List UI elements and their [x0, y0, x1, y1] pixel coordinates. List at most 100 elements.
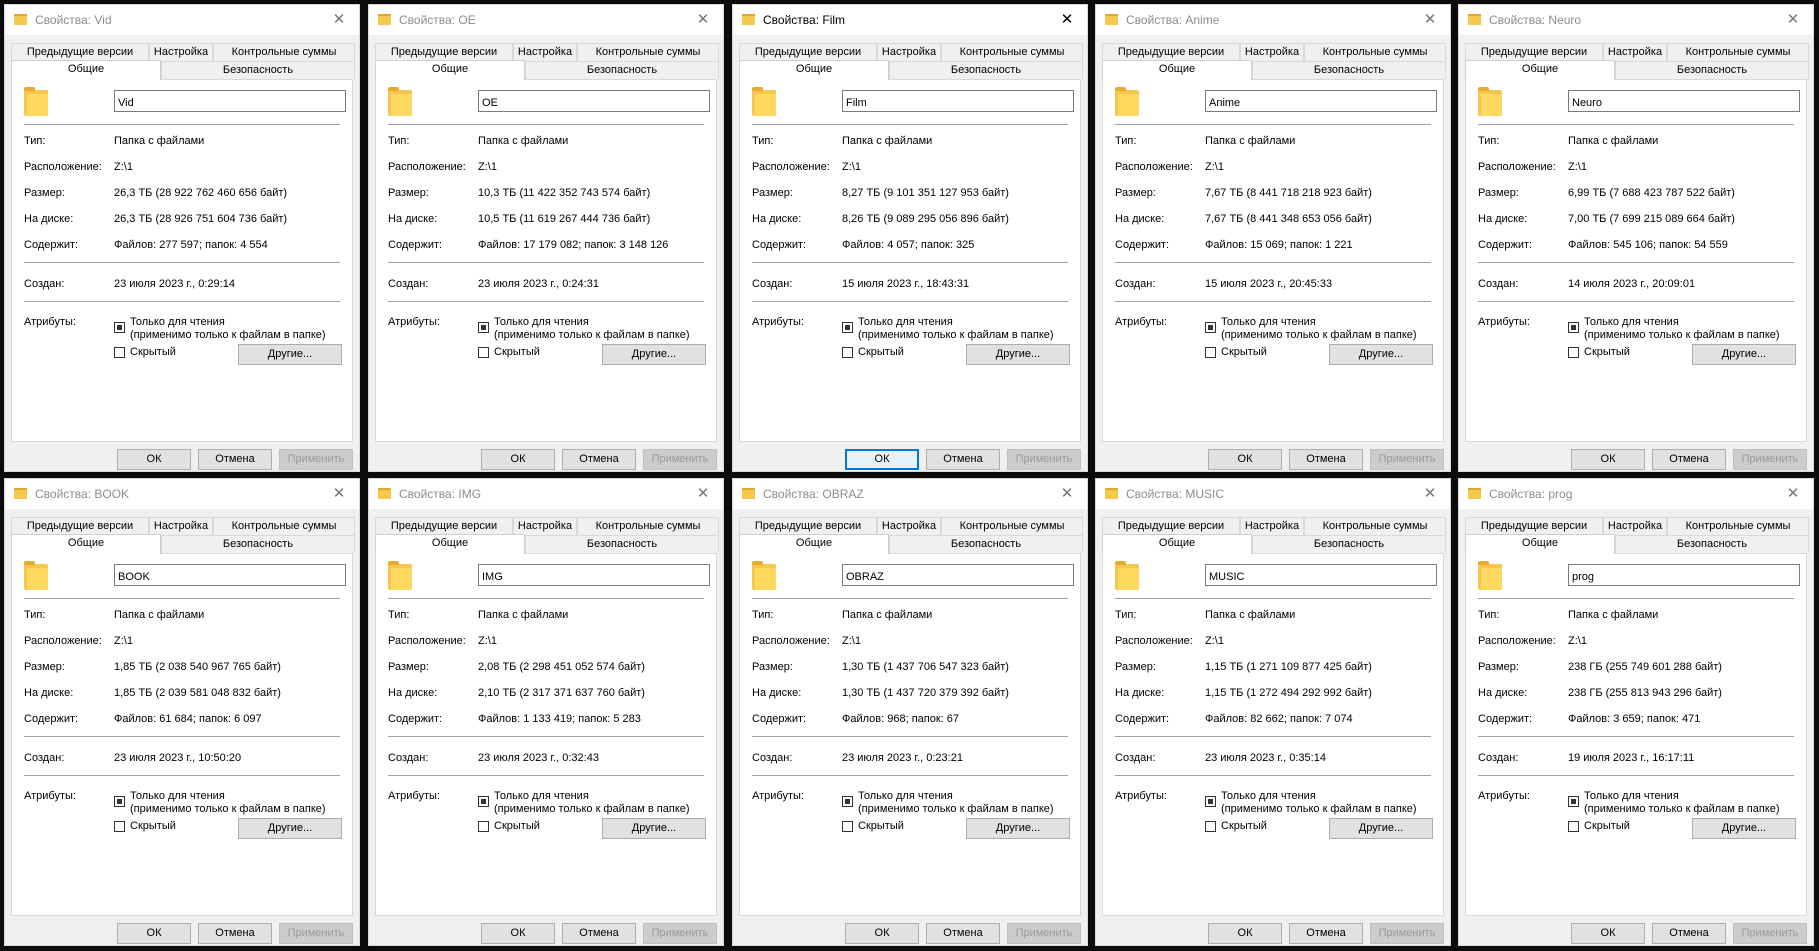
cancel-button[interactable]: Отмена	[926, 923, 1000, 944]
title-bar[interactable]: Свойства: MUSIC ✕	[1096, 479, 1450, 509]
advanced-attributes-button[interactable]: Другие...	[966, 344, 1070, 365]
readonly-checkbox[interactable]	[842, 796, 853, 807]
tab-security[interactable]: Безопасность	[1615, 61, 1809, 79]
hidden-checkbox[interactable]	[478, 347, 489, 358]
advanced-attributes-button[interactable]: Другие...	[602, 344, 706, 365]
ok-button[interactable]: ОК	[117, 449, 191, 470]
hidden-checkbox[interactable]	[478, 821, 489, 832]
tab-checksums[interactable]: Контрольные суммы	[1304, 43, 1446, 61]
cancel-button[interactable]: Отмена	[198, 923, 272, 944]
tab-checksums[interactable]: Контрольные суммы	[941, 517, 1083, 535]
readonly-checkbox[interactable]	[1205, 322, 1216, 333]
ok-button[interactable]: ОК	[481, 923, 555, 944]
close-icon[interactable]: ✕	[319, 5, 359, 35]
close-icon[interactable]: ✕	[1773, 5, 1813, 35]
readonly-checkbox[interactable]	[1568, 322, 1579, 333]
advanced-attributes-button[interactable]: Другие...	[1692, 818, 1796, 839]
ok-button[interactable]: ОК	[1571, 449, 1645, 470]
title-bar[interactable]: Свойства: OE ✕	[369, 5, 723, 35]
title-bar[interactable]: Свойства: Anime ✕	[1096, 5, 1450, 35]
advanced-attributes-button[interactable]: Другие...	[238, 344, 342, 365]
tab-security[interactable]: Безопасность	[1252, 535, 1446, 553]
tab-checksums[interactable]: Контрольные суммы	[213, 43, 355, 61]
advanced-attributes-button[interactable]: Другие...	[602, 818, 706, 839]
title-bar[interactable]: Свойства: Neuro ✕	[1459, 5, 1813, 35]
folder-name-input[interactable]	[478, 90, 710, 112]
tab-checksums[interactable]: Контрольные суммы	[577, 43, 719, 61]
cancel-button[interactable]: Отмена	[1652, 449, 1726, 470]
tab-security[interactable]: Безопасность	[1615, 535, 1809, 553]
readonly-checkbox[interactable]	[842, 322, 853, 333]
tab-previous-versions[interactable]: Предыдущие версии	[739, 517, 877, 535]
apply-button[interactable]: Применить	[1007, 449, 1081, 470]
folder-name-input[interactable]	[842, 564, 1074, 586]
close-icon[interactable]: ✕	[683, 5, 723, 35]
apply-button[interactable]: Применить	[1370, 449, 1444, 470]
tab-general[interactable]: Общие	[11, 60, 161, 80]
tab-security[interactable]: Безопасность	[161, 61, 355, 79]
tab-previous-versions[interactable]: Предыдущие версии	[1465, 517, 1603, 535]
tab-general[interactable]: Общие	[739, 534, 889, 554]
hidden-checkbox[interactable]	[1205, 347, 1216, 358]
apply-button[interactable]: Применить	[1007, 923, 1081, 944]
apply-button[interactable]: Применить	[643, 923, 717, 944]
tab-settings[interactable]: Настройка	[1603, 517, 1667, 535]
readonly-checkbox[interactable]	[114, 796, 125, 807]
readonly-checkbox[interactable]	[114, 322, 125, 333]
folder-name-input[interactable]	[842, 90, 1074, 112]
tab-settings[interactable]: Настройка	[1603, 43, 1667, 61]
folder-name-input[interactable]	[1205, 90, 1437, 112]
advanced-attributes-button[interactable]: Другие...	[1692, 344, 1796, 365]
tab-previous-versions[interactable]: Предыдущие версии	[11, 517, 149, 535]
readonly-checkbox[interactable]	[1205, 796, 1216, 807]
advanced-attributes-button[interactable]: Другие...	[1329, 344, 1433, 365]
tab-general[interactable]: Общие	[739, 60, 889, 80]
hidden-checkbox[interactable]	[114, 821, 125, 832]
close-icon[interactable]: ✕	[1047, 5, 1087, 35]
cancel-button[interactable]: Отмена	[198, 449, 272, 470]
hidden-checkbox[interactable]	[1568, 347, 1579, 358]
title-bar[interactable]: Свойства: Film ✕	[733, 5, 1087, 35]
tab-security[interactable]: Безопасность	[525, 535, 719, 553]
title-bar[interactable]: Свойства: BOOK ✕	[5, 479, 359, 509]
tab-general[interactable]: Общие	[11, 534, 161, 554]
cancel-button[interactable]: Отмена	[1289, 923, 1363, 944]
hidden-checkbox[interactable]	[1568, 821, 1579, 832]
close-icon[interactable]: ✕	[1773, 479, 1813, 509]
tab-checksums[interactable]: Контрольные суммы	[1667, 43, 1809, 61]
hidden-checkbox[interactable]	[114, 347, 125, 358]
tab-security[interactable]: Безопасность	[161, 535, 355, 553]
ok-button[interactable]: ОК	[481, 449, 555, 470]
apply-button[interactable]: Применить	[279, 923, 353, 944]
tab-settings[interactable]: Настройка	[1240, 43, 1304, 61]
folder-name-input[interactable]	[1205, 564, 1437, 586]
tab-general[interactable]: Общие	[375, 60, 525, 80]
close-icon[interactable]: ✕	[1410, 5, 1450, 35]
tab-security[interactable]: Безопасность	[889, 535, 1083, 553]
tab-settings[interactable]: Настройка	[877, 517, 941, 535]
tab-previous-versions[interactable]: Предыдущие версии	[11, 43, 149, 61]
tab-checksums[interactable]: Контрольные суммы	[1667, 517, 1809, 535]
tab-general[interactable]: Общие	[375, 534, 525, 554]
hidden-checkbox[interactable]	[842, 347, 853, 358]
tab-settings[interactable]: Настройка	[877, 43, 941, 61]
tab-settings[interactable]: Настройка	[149, 43, 213, 61]
advanced-attributes-button[interactable]: Другие...	[238, 818, 342, 839]
folder-name-input[interactable]	[114, 90, 346, 112]
close-icon[interactable]: ✕	[1410, 479, 1450, 509]
tab-general[interactable]: Общие	[1102, 60, 1252, 80]
tab-checksums[interactable]: Контрольные суммы	[577, 517, 719, 535]
apply-button[interactable]: Применить	[1370, 923, 1444, 944]
tab-security[interactable]: Безопасность	[889, 61, 1083, 79]
tab-checksums[interactable]: Контрольные суммы	[1304, 517, 1446, 535]
title-bar[interactable]: Свойства: prog ✕	[1459, 479, 1813, 509]
folder-name-input[interactable]	[478, 564, 710, 586]
tab-settings[interactable]: Настройка	[1240, 517, 1304, 535]
advanced-attributes-button[interactable]: Другие...	[966, 818, 1070, 839]
tab-previous-versions[interactable]: Предыдущие версии	[1102, 43, 1240, 61]
readonly-checkbox[interactable]	[478, 796, 489, 807]
tab-settings[interactable]: Настройка	[513, 43, 577, 61]
ok-button[interactable]: ОК	[845, 449, 919, 470]
ok-button[interactable]: ОК	[1208, 449, 1282, 470]
tab-previous-versions[interactable]: Предыдущие версии	[375, 517, 513, 535]
